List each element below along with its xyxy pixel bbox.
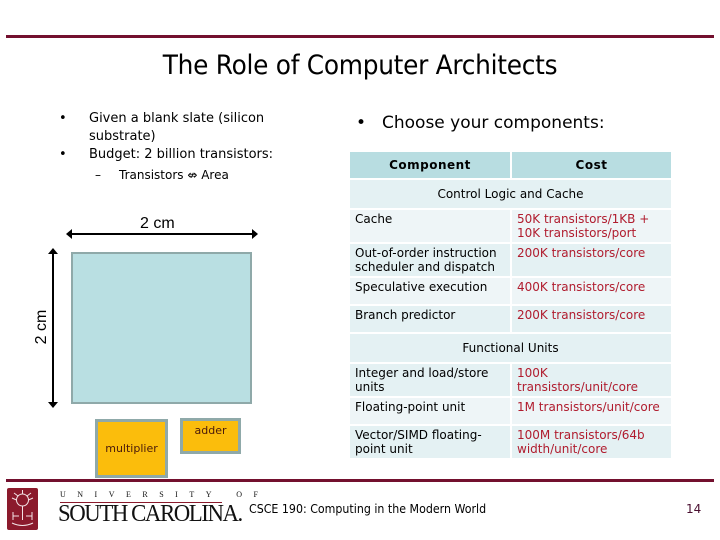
table-row: Cache 50K transistors/1KB + 10K transist… xyxy=(350,210,671,242)
cost-cell: 100K transistors/unit/core xyxy=(512,364,671,396)
table-row: Out-of-order instruction scheduler and d… xyxy=(350,244,671,276)
width-arrow-icon xyxy=(66,229,258,239)
component-cell: Out-of-order instruction scheduler and d… xyxy=(350,244,510,276)
top-rule xyxy=(6,35,714,38)
table-row: Floating-point unit 1M transistors/unit/… xyxy=(350,398,671,424)
height-label: 2 cm xyxy=(33,309,50,345)
bullet-text: Choose your components: xyxy=(382,113,605,133)
table-header-row: Component Cost xyxy=(350,152,671,178)
bullet-budget: • Budget: 2 billion transistors: xyxy=(55,146,305,164)
bullet-marker: • xyxy=(356,113,367,133)
palmetto-tree-icon xyxy=(11,490,34,526)
table-row: Vector/SIMD floating-point unit 100M tra… xyxy=(350,426,671,458)
bottom-rule xyxy=(6,479,714,482)
component-cell: Cache xyxy=(350,210,510,242)
multiplier-label: multiplier xyxy=(105,442,158,455)
cost-cell: 400K transistors/core xyxy=(512,278,671,304)
bullet-blank-slate: • Given a blank slate (silicon substrate… xyxy=(55,110,305,146)
left-bullet-list: • Given a blank slate (silicon substrate… xyxy=(55,110,305,184)
silicon-die xyxy=(71,252,252,404)
bullet-marker: • xyxy=(59,111,67,126)
header-cost: Cost xyxy=(512,152,671,178)
bullet-text: Budget: 2 billion transistors: xyxy=(89,147,274,162)
component-cell: Branch predictor xyxy=(350,306,510,332)
header-component: Component xyxy=(350,152,510,178)
component-cell: Floating-point unit xyxy=(350,398,510,424)
section-row: Functional Units xyxy=(350,334,671,362)
section-row: Control Logic and Cache xyxy=(350,180,671,208)
sub-bullet-text: Transistors ⇎ Area xyxy=(119,168,229,182)
page-number: 14 xyxy=(686,502,702,516)
table-row: Speculative execution 400K transistors/c… xyxy=(350,278,671,304)
width-label: 2 cm xyxy=(140,215,175,232)
cost-cell: 200K transistors/core xyxy=(512,244,671,276)
bullet-marker: • xyxy=(59,147,67,162)
logo-university-of: UNIVERSITY OF xyxy=(60,490,270,499)
cost-cell: 200K transistors/core xyxy=(512,306,671,332)
logo-south-carolina: SOUTH CAROLINA. xyxy=(58,501,243,527)
height-arrow-icon xyxy=(48,248,58,408)
adder-block: adder xyxy=(180,418,241,454)
palmetto-crest-icon xyxy=(7,488,38,530)
component-cell: Vector/SIMD floating-point unit xyxy=(350,426,510,458)
component-cell: Integer and load/store units xyxy=(350,364,510,396)
bullet-text: Given a blank slate (silicon substrate) xyxy=(89,111,265,144)
sub-bullet-transistors-area: – Transistors ⇎ Area xyxy=(55,166,305,184)
sub-bullet-marker: – xyxy=(95,168,101,182)
components-table: Component Cost Control Logic and Cache C… xyxy=(348,150,673,460)
section-title: Functional Units xyxy=(350,334,671,362)
component-cell: Speculative execution xyxy=(350,278,510,304)
table-row: Branch predictor 200K transistors/core xyxy=(350,306,671,332)
multiplier-block: multiplier xyxy=(95,419,168,478)
cost-cell: 100M transistors/64b width/unit/core xyxy=(512,426,671,458)
cost-cell: 50K transistors/1KB + 10K transistors/po… xyxy=(512,210,671,242)
adder-label: adder xyxy=(194,424,227,437)
table-row: Integer and load/store units 100K transi… xyxy=(350,364,671,396)
cost-cell: 1M transistors/unit/core xyxy=(512,398,671,424)
bullet-choose-components: • Choose your components: xyxy=(356,113,605,133)
section-title: Control Logic and Cache xyxy=(350,180,671,208)
footer-course-title: CSCE 190: Computing in the Modern World xyxy=(249,502,487,516)
slide-title: The Role of Computer Architects xyxy=(162,50,558,81)
